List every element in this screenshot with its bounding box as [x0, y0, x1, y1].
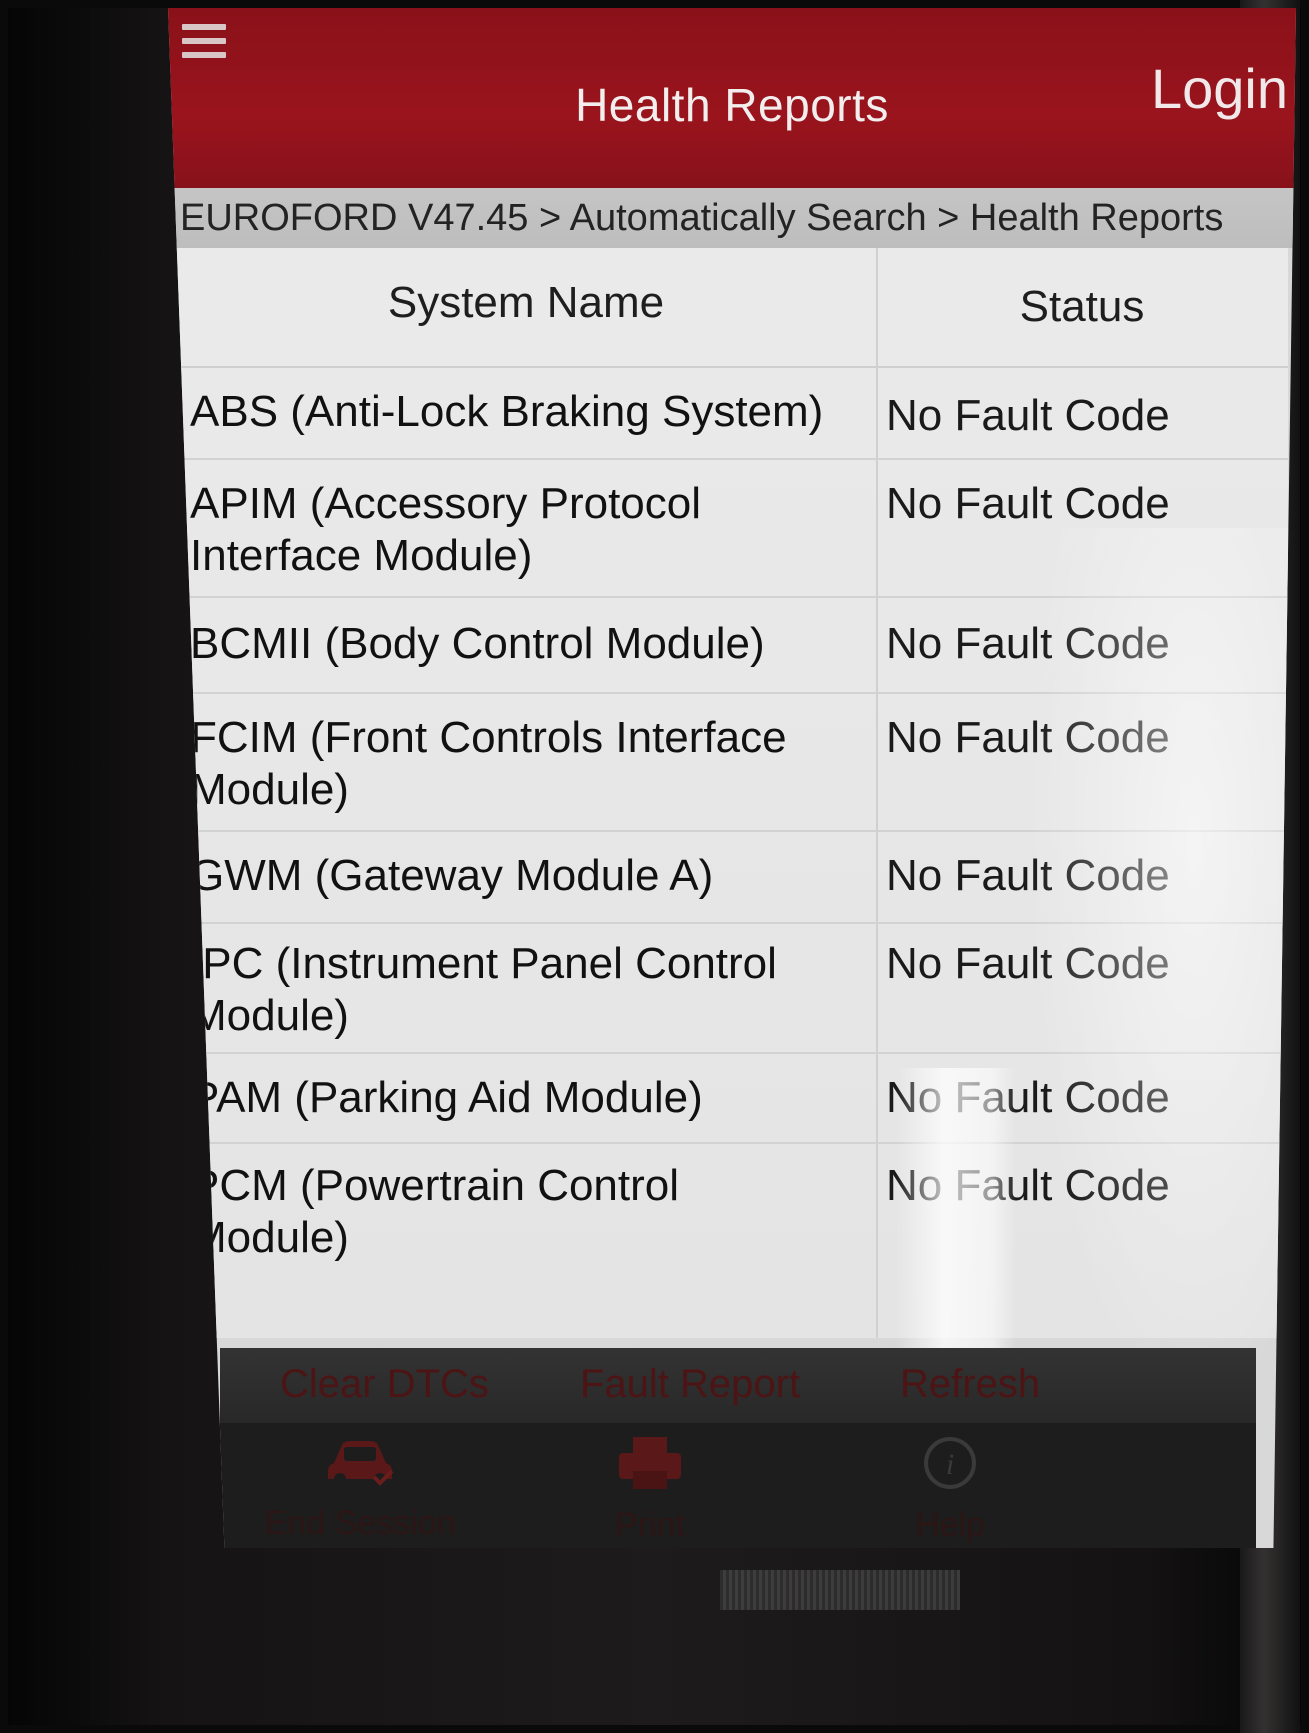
column-header-status: Status — [1019, 282, 1145, 331]
system-status: No Fault Code — [886, 939, 1170, 988]
app-header: Health Reports Login — [168, 8, 1296, 188]
hamburger-menu-icon[interactable] — [182, 18, 226, 68]
refresh-button[interactable]: Refresh — [900, 1362, 1040, 1407]
system-status: No Fault Code — [886, 1073, 1170, 1122]
system-status: No Fault Code — [886, 391, 1170, 440]
table-row[interactable]: PAM (Parking Aid Module) No Fault Code — [176, 1052, 1288, 1144]
end-session-label: End Session — [264, 1504, 456, 1542]
system-name: IPC (Instrument Panel Control Module) — [190, 939, 777, 1040]
action-bar: Clear DTCs Fault Report Refresh — [220, 1348, 1256, 1423]
column-header-system-name: System Name — [387, 278, 665, 327]
system-status: No Fault Code — [886, 619, 1170, 668]
print-label: Print — [615, 1506, 685, 1544]
table-row[interactable]: GWM (Gateway Module A) No Fault Code — [176, 830, 1288, 924]
system-name: PCM (Powertrain Control Module) — [190, 1161, 680, 1262]
login-button[interactable]: Login — [1151, 56, 1288, 121]
print-button[interactable]: Print — [520, 1433, 780, 1545]
breadcrumb: EUROFORD V47.45 > Automatically Search >… — [168, 188, 1296, 248]
device-label-sticker — [720, 1570, 960, 1610]
system-name: GWM (Gateway Module A) — [190, 851, 714, 900]
system-name: BCMII (Body Control Module) — [190, 619, 765, 668]
page-title: Health Reports — [575, 79, 889, 131]
table-row[interactable]: APIM (Accessory Protocol Interface Modul… — [176, 458, 1288, 598]
printer-icon — [619, 1437, 681, 1489]
system-name: PAM (Parking Aid Module) — [190, 1073, 703, 1122]
table-row[interactable]: BCMII (Body Control Module) No Fault Cod… — [176, 596, 1288, 694]
table-row[interactable]: PCM (Powertrain Control Module) No Fault… — [176, 1142, 1288, 1262]
system-name: ABS (Anti-Lock Braking System) — [190, 387, 824, 436]
table-header: System Name Status — [176, 248, 1288, 368]
car-check-icon — [328, 1441, 394, 1486]
system-status: No Fault Code — [886, 1161, 1170, 1210]
end-session-button[interactable]: End Session — [230, 1433, 490, 1543]
table-row[interactable]: IPC (Instrument Panel Control Module) No… — [176, 922, 1288, 1054]
table-row[interactable]: FCIM (Front Controls Interface Module) N… — [176, 692, 1288, 832]
system-name: APIM (Accessory Protocol Interface Modul… — [190, 479, 702, 580]
fault-report-button[interactable]: Fault Report — [580, 1362, 800, 1407]
system-status: No Fault Code — [886, 713, 1170, 762]
health-report-table: System Name Status ABS (Anti-Lock Brakin… — [176, 248, 1296, 1498]
help-label: Help — [915, 1506, 985, 1544]
clear-dtcs-button[interactable]: Clear DTCs — [280, 1362, 489, 1407]
help-button[interactable]: i Help — [820, 1433, 1080, 1545]
system-name: FCIM (Front Controls Interface Module) — [190, 713, 787, 814]
system-status: No Fault Code — [886, 479, 1170, 528]
info-icon: i — [924, 1437, 976, 1489]
screen: Health Reports Login EUROFORD V47.45 > A… — [168, 8, 1296, 1548]
system-status: No Fault Code — [886, 851, 1170, 900]
table-row[interactable]: ABS (Anti-Lock Braking System) No Fault … — [176, 366, 1288, 460]
svg-text:i: i — [946, 1448, 954, 1481]
bottom-nav: End Session Print i Help — [220, 1423, 1256, 1548]
